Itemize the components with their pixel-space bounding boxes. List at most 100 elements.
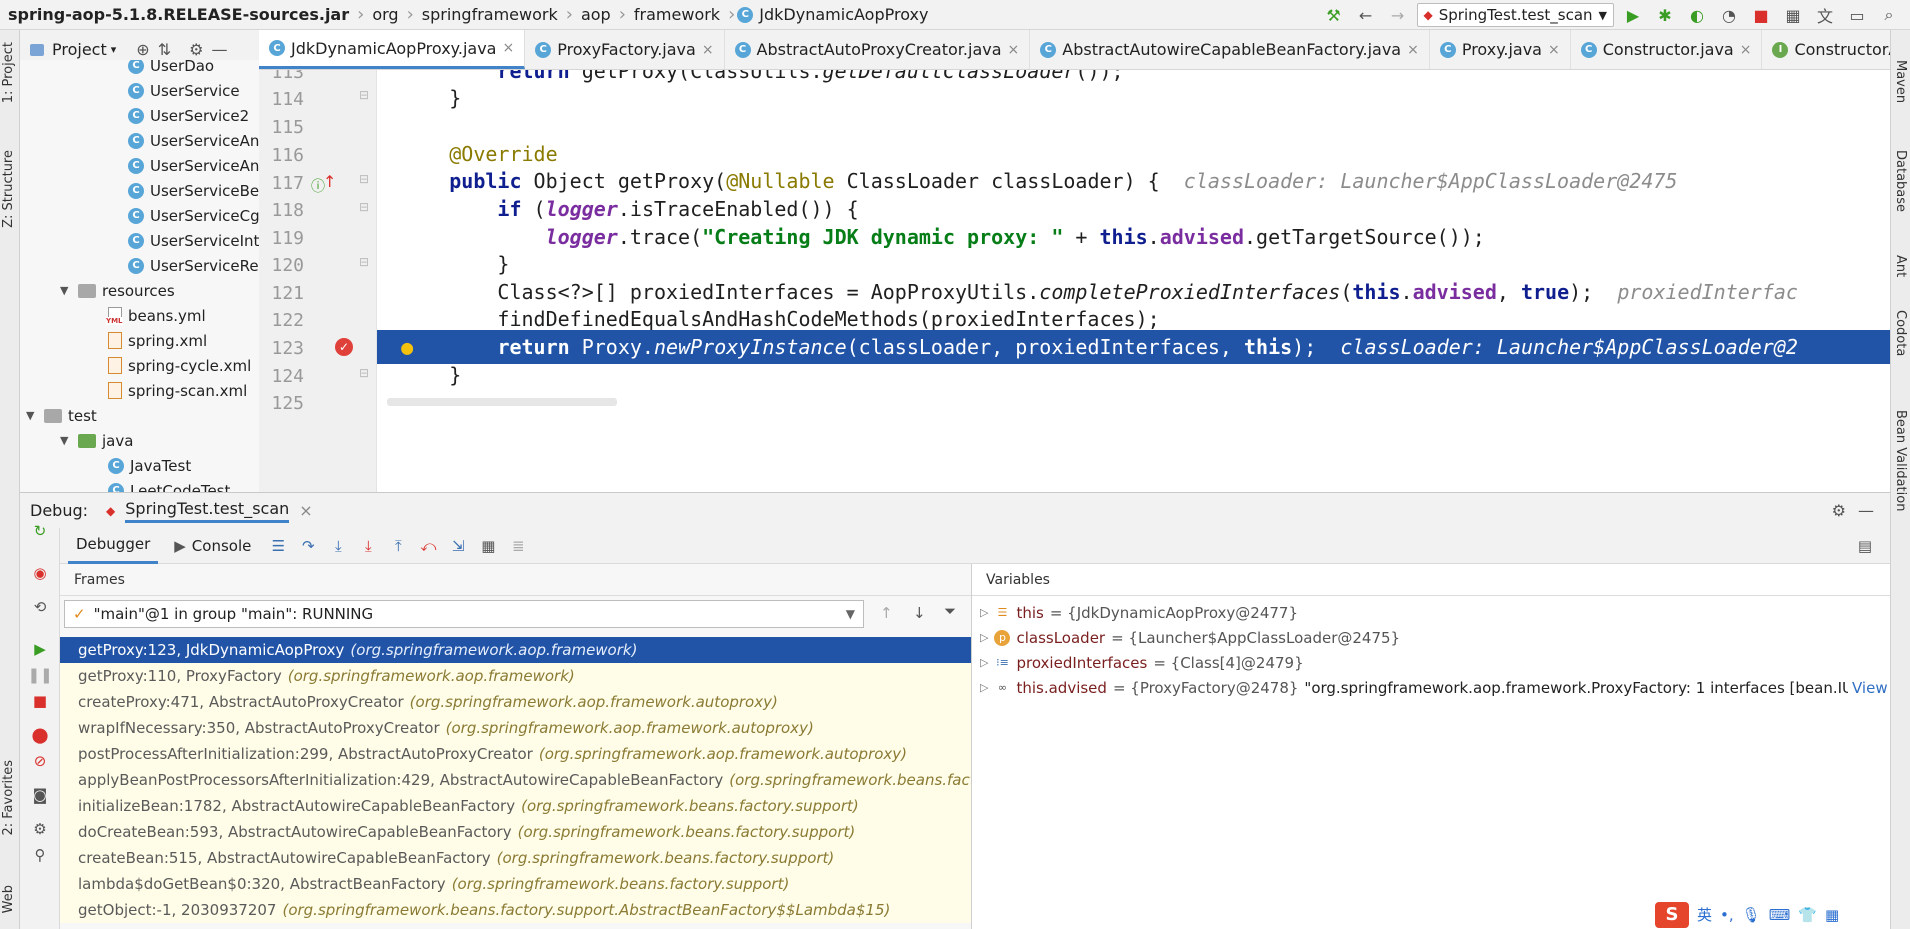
profile-icon[interactable]: ◔: [1716, 2, 1742, 28]
frame-row[interactable]: lambda$doGetBean$0:320, AbstractBeanFact…: [60, 871, 971, 897]
frame-row[interactable]: createBean:515, AbstractAutowireCapableB…: [60, 845, 971, 871]
minimize-icon[interactable]: —: [211, 40, 227, 59]
build-hammer-icon[interactable]: ⚒: [1321, 2, 1347, 28]
breadcrumb-aop[interactable]: aop: [575, 0, 617, 30]
project-panel-title[interactable]: Project: [52, 40, 107, 59]
breadcrumb-framework[interactable]: framework: [628, 0, 726, 30]
gear-icon[interactable]: ⚙: [189, 40, 203, 59]
intention-bulb-icon[interactable]: ●: [401, 335, 413, 359]
close-icon[interactable]: ×: [1407, 42, 1419, 58]
variable-row[interactable]: ▷ ☰ this = {JdkDynamicAopProxy@2477}: [972, 600, 1890, 625]
frame-row[interactable]: postProcessAfterInitialization:299, Abst…: [60, 741, 971, 767]
breadcrumb-springframework[interactable]: springframework: [416, 0, 564, 30]
tab-abstractautoproxycreator[interactable]: C AbstractAutoProxyCreator.java ×: [725, 30, 1031, 69]
web-tool-tab[interactable]: Web: [1, 885, 16, 913]
frame-row[interactable]: getObject:-1, 2030937207 (org.springframe…: [60, 897, 971, 923]
close-icon[interactable]: ×: [1548, 42, 1560, 58]
tree-item[interactable]: spring-cycle.xml: [108, 353, 251, 378]
force-step-into-icon[interactable]: ⤓: [357, 535, 379, 557]
pin-icon[interactable]: ⚲: [29, 844, 51, 866]
database-tool-tab[interactable]: Database: [1893, 150, 1908, 212]
tree-item[interactable]: C LeetCodeTest: [108, 478, 230, 492]
close-icon[interactable]: ×: [702, 42, 714, 58]
run-configuration-select[interactable]: ◆ SpringTest.test_scan ▼: [1416, 3, 1614, 27]
expand-arrow-icon[interactable]: ▷: [980, 656, 988, 669]
frame-row[interactable]: applyBeanPostProcessorsAfterInitializati…: [60, 767, 971, 793]
tree-item-folder[interactable]: ▼ test: [26, 403, 97, 428]
drop-frame-icon[interactable]: ⤺: [417, 535, 439, 557]
frame-row[interactable]: getProxy:123, JdkDynamicAopProxy (org.spr…: [60, 637, 971, 663]
tab-jdkdynamicaopproxy[interactable]: C JdkDynamicAopProxy.java ×: [259, 30, 526, 69]
back-arrow-icon[interactable]: ←: [1353, 2, 1379, 28]
punctuation-icon[interactable]: •,: [1720, 906, 1734, 924]
trace-icon[interactable]: ≣: [507, 535, 529, 557]
restore-layout-icon[interactable]: ⟲: [29, 596, 51, 618]
run-to-cursor-icon[interactable]: ⇲: [447, 535, 469, 557]
tab-constructor[interactable]: C Constructor.java ×: [1571, 30, 1763, 69]
collapse-all-icon[interactable]: ⇅: [158, 40, 171, 59]
tree-item[interactable]: C UserDao: [128, 60, 214, 78]
previous-frame-arrow-icon[interactable]: ↑: [880, 604, 893, 622]
tree-item[interactable]: C UserServiceCgl: [128, 203, 259, 228]
fold-marker-icon[interactable]: ⊟: [359, 200, 369, 214]
tab-proxyfactory[interactable]: C ProxyFactory.java ×: [525, 30, 725, 69]
run-icon[interactable]: ▶: [1620, 2, 1646, 28]
window-icon[interactable]: ▭: [1844, 2, 1870, 28]
mute-breakpoints-icon[interactable]: ⊘: [29, 750, 51, 772]
evaluate-expression-icon[interactable]: ▦: [477, 535, 499, 557]
tree-item[interactable]: C UserService: [128, 78, 240, 103]
chevron-down-icon[interactable]: ▼: [26, 409, 38, 422]
expand-arrow-icon[interactable]: ▷: [980, 606, 988, 619]
tree-item[interactable]: beans.yml: [106, 303, 206, 328]
camera-icon[interactable]: ◙: [29, 784, 51, 806]
chevron-down-icon[interactable]: ▾: [111, 43, 117, 56]
expand-arrow-icon[interactable]: ▷: [980, 681, 988, 694]
menu-icon[interactable]: ☰: [267, 535, 289, 557]
project-tool-tab[interactable]: 1: Project: [1, 42, 16, 103]
tree-item[interactable]: C UserService2: [128, 103, 249, 128]
overrides-arrow-icon[interactable]: ↑: [323, 172, 336, 191]
tree-item[interactable]: C JavaTest: [108, 453, 191, 478]
chevron-down-icon[interactable]: ▼: [60, 284, 72, 297]
tree-item[interactable]: spring-scan.xml: [108, 378, 247, 403]
gear-icon[interactable]: ⚙: [1832, 501, 1846, 520]
tree-item[interactable]: C UserServiceAn: [128, 153, 259, 178]
step-over-icon[interactable]: ↷: [297, 535, 319, 557]
coverage-icon[interactable]: ◐: [1684, 2, 1710, 28]
tree-item[interactable]: C UserServiceBef: [128, 178, 259, 203]
stop-debug-icon[interactable]: ◉: [29, 562, 51, 584]
rerun-icon[interactable]: ↻: [29, 520, 51, 542]
frame-row[interactable]: initializeBean:1782, AbstractAutowireCap…: [60, 793, 971, 819]
codota-tool-tab[interactable]: Codota: [1893, 310, 1908, 356]
tab-constructoraccess[interactable]: IConstructorAccess: [1762, 30, 1890, 69]
locate-target-icon[interactable]: ⊕: [136, 40, 149, 59]
search-icon[interactable]: ⌕: [1876, 2, 1902, 28]
ant-tool-tab[interactable]: Ant: [1893, 255, 1908, 277]
resume-icon[interactable]: ▶: [29, 638, 51, 660]
close-icon[interactable]: ×: [1740, 42, 1752, 58]
sogou-logo-icon[interactable]: S: [1655, 901, 1689, 928]
breadcrumb-jar[interactable]: spring-aop-5.1.8.RELEASE-sources.jar: [0, 0, 355, 30]
variable-row[interactable]: ▷ ⁝≡ proxiedInterfaces = {Class[4]@2479}: [972, 650, 1890, 675]
filter-icon[interactable]: ⏷: [944, 602, 956, 620]
pause-icon[interactable]: ❚❚: [27, 664, 52, 686]
ime-language[interactable]: 英: [1697, 904, 1712, 925]
step-out-icon[interactable]: ⤒: [387, 535, 409, 557]
variable-row[interactable]: ▷ p classLoader = {Launcher$AppClassLoad…: [972, 625, 1890, 650]
close-icon[interactable]: ×: [299, 501, 312, 520]
close-icon[interactable]: ×: [502, 40, 514, 56]
breadcrumb-class[interactable]: JdkDynamicAopProxy: [753, 0, 934, 30]
code-editor[interactable]: return getProxy(ClassUtils.getDefaultCla…: [377, 70, 1890, 492]
variable-row[interactable]: ▷ ∞ this.advised = {ProxyFactory@2478} "…: [972, 675, 1890, 700]
frame-row[interactable]: doCreateBean:593, AbstractAutowireCapabl…: [60, 819, 971, 845]
expand-arrow-icon[interactable]: ▷: [980, 631, 988, 644]
tab-abstractautowirecapablebeanfactory[interactable]: C AbstractAutowireCapableBeanFactory.java…: [1030, 30, 1430, 69]
fold-marker-icon[interactable]: ⊟: [359, 172, 369, 186]
frame-row[interactable]: wrapIfNecessary:350, AbstractAutoProxyCr…: [60, 715, 971, 741]
stop-icon[interactable]: ■: [1748, 2, 1774, 28]
keyboard-icon[interactable]: ⌨: [1769, 906, 1791, 924]
horizontal-scrollbar[interactable]: [387, 398, 617, 406]
tab-proxy[interactable]: C Proxy.java ×: [1430, 30, 1571, 69]
frame-row[interactable]: getProxy:110, ProxyFactory (org.springfra…: [60, 663, 971, 689]
chevron-down-icon[interactable]: ▼: [60, 434, 72, 447]
